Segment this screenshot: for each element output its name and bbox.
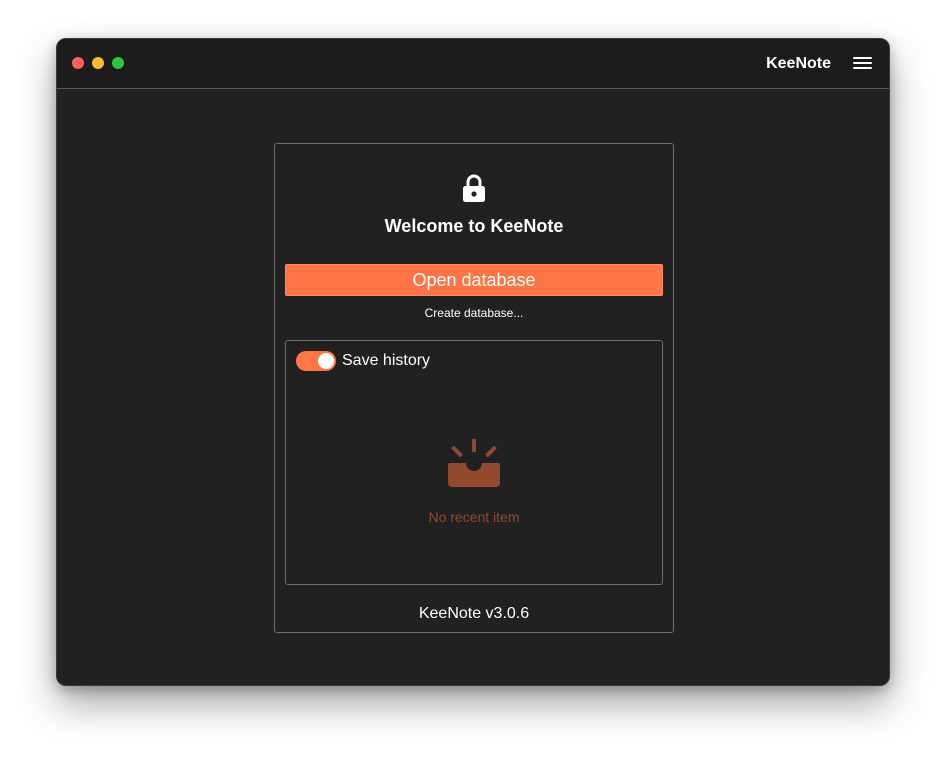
app-window: KeeNote Welcome to KeeNote Open database… (56, 38, 890, 686)
lock-icon (463, 174, 485, 202)
zoom-window-button[interactable] (112, 57, 124, 69)
version-label: KeeNote v3.0.6 (418, 605, 530, 622)
app-title: KeeNote (766, 55, 831, 72)
open-database-button[interactable]: Open database (285, 264, 663, 296)
titlebar: KeeNote (57, 39, 889, 89)
toggle-knob (318, 353, 334, 369)
welcome-card: Welcome to KeeNote Open database Create … (274, 143, 674, 633)
close-window-button[interactable] (72, 57, 84, 69)
create-database-link[interactable]: Create database... (275, 306, 673, 320)
recent-history-panel: Save history No recent item (285, 340, 663, 585)
save-history-label: Save history (342, 352, 431, 369)
save-history-toggle[interactable] (296, 351, 336, 371)
empty-inbox-icon (448, 439, 500, 487)
empty-state-text: No recent item (428, 509, 520, 525)
hamburger-menu-icon[interactable] (853, 56, 872, 71)
welcome-title: Welcome to KeeNote (384, 216, 564, 236)
minimize-window-button[interactable] (92, 57, 104, 69)
